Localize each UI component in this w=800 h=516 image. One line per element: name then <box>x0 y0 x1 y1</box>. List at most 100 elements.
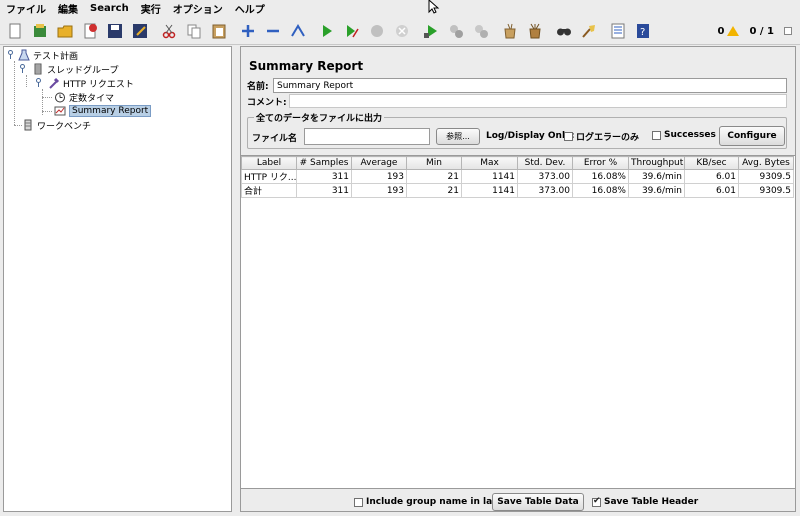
page-title: Summary Report <box>249 59 364 73</box>
column-header[interactable]: Error % <box>572 156 629 170</box>
column-header[interactable]: KB/sec <box>684 156 739 170</box>
help-button[interactable]: ? <box>632 20 654 42</box>
copy-icon <box>187 24 201 38</box>
close-button[interactable] <box>79 20 101 42</box>
table-row[interactable]: HTTP リク... 311 193 21 1141 373.00 16.08%… <box>241 169 794 184</box>
menu-edit[interactable]: 編集 <box>58 1 78 16</box>
remote-stop-button[interactable] <box>445 20 467 42</box>
table-cell: 21 <box>406 183 462 198</box>
column-header[interactable]: Max <box>461 156 518 170</box>
timer-icon <box>55 92 65 103</box>
menu-search[interactable]: Search <box>90 3 129 14</box>
column-header[interactable]: Avg. Bytes <box>738 156 794 170</box>
tree-node-test-plan[interactable]: テスト計画 <box>18 48 78 62</box>
tree-label-constant-timer: 定数タイマ <box>69 93 115 104</box>
start-button[interactable] <box>316 20 338 42</box>
results-table: Label # Samples Average Min Max Std. Dev… <box>241 155 795 489</box>
save-button[interactable] <box>104 20 126 42</box>
stop-button[interactable] <box>366 20 388 42</box>
save-as-button[interactable] <box>129 20 151 42</box>
reset-search-button[interactable] <box>578 20 600 42</box>
expand-handle-icon[interactable] <box>19 64 26 73</box>
paste-icon <box>212 24 226 38</box>
table-cell: 21 <box>406 169 462 184</box>
new-button[interactable] <box>4 20 26 42</box>
tree-label-summary-report: Summary Report <box>69 105 152 117</box>
table-header-row: Label # Samples Average Min Max Std. Dev… <box>241 156 794 170</box>
paste-button[interactable] <box>208 20 230 42</box>
tree-node-summary-report[interactable]: Summary Report <box>54 104 152 118</box>
include-group-checkbox[interactable] <box>354 497 363 507</box>
configure-button[interactable]: Configure <box>719 126 785 146</box>
table-row[interactable]: 合計 311 193 21 1141 373.00 16.08% 39.6/mi… <box>241 183 794 198</box>
menu-help[interactable]: ヘルプ <box>235 1 265 16</box>
save-header-option[interactable]: Save Table Header <box>592 496 698 507</box>
tree-node-thread-group[interactable]: スレッドグループ <box>32 62 118 76</box>
comment-input[interactable] <box>289 94 787 108</box>
column-header[interactable]: # Samples <box>296 156 352 170</box>
function-helper-button[interactable] <box>607 20 629 42</box>
remote-shutdown-icon <box>475 24 488 38</box>
column-header[interactable]: Std. Dev. <box>517 156 573 170</box>
table-cell: 39.6/min <box>628 169 685 184</box>
tree-node-http-request[interactable]: HTTP リクエスト <box>48 76 134 90</box>
save-icon <box>108 23 122 38</box>
table-cell: 9309.5 <box>738 183 794 198</box>
column-header[interactable]: Average <box>351 156 407 170</box>
workbench-icon <box>24 119 32 131</box>
menu-options[interactable]: オプション <box>173 1 223 16</box>
browse-button[interactable]: 参照... <box>436 128 480 145</box>
templates-button[interactable] <box>29 20 51 42</box>
save-table-button[interactable]: Save Table Data <box>492 493 584 511</box>
menu-run[interactable]: 実行 <box>141 1 161 16</box>
table-cell: 193 <box>351 169 407 184</box>
filename-label: ファイル名 <box>252 134 298 144</box>
warning-indicator[interactable]: 0 <box>718 26 740 37</box>
save-header-checkbox[interactable] <box>592 496 601 507</box>
warning-count: 0 <box>717 25 725 37</box>
start-no-pause-button[interactable] <box>341 20 363 42</box>
expand-handle-icon[interactable] <box>35 78 42 87</box>
remote-shutdown-button[interactable] <box>470 20 492 42</box>
errors-only-option[interactable]: ログエラーのみ <box>564 130 639 143</box>
expand-handle-icon[interactable] <box>7 50 14 59</box>
menu-file[interactable]: ファイル <box>6 1 46 16</box>
thread-group-icon <box>34 63 42 75</box>
toggle-button[interactable] <box>287 20 309 42</box>
expand-button[interactable] <box>237 20 259 42</box>
name-input[interactable] <box>273 78 787 93</box>
shutdown-button[interactable] <box>391 20 413 42</box>
remote-start-button[interactable] <box>420 20 442 42</box>
tree-node-workbench[interactable]: ワークベンチ <box>22 118 91 132</box>
column-header[interactable]: Min <box>406 156 462 170</box>
clear-all-button[interactable] <box>524 20 546 42</box>
close-icon <box>84 23 97 38</box>
table-cell: 373.00 <box>517 183 573 198</box>
column-header[interactable]: Label <box>241 156 297 170</box>
column-header[interactable]: Throughput <box>628 156 685 170</box>
tree-label-http-request: HTTP リクエスト <box>63 79 134 90</box>
pipette-icon <box>49 77 60 89</box>
templates-icon <box>34 23 46 37</box>
errors-only-label: ログエラーのみ <box>576 133 640 143</box>
successes-option[interactable]: Successes <box>652 130 716 140</box>
copy-button[interactable] <box>183 20 205 42</box>
new-icon <box>9 23 21 38</box>
open-icon <box>57 25 73 37</box>
table-footer: Include group name in label? Save Table … <box>241 493 795 511</box>
cut-button[interactable] <box>158 20 180 42</box>
successes-checkbox[interactable] <box>652 130 661 140</box>
open-button[interactable] <box>54 20 76 42</box>
remote-stop-icon <box>450 24 463 38</box>
filename-input[interactable] <box>304 128 430 145</box>
search-button[interactable] <box>553 20 575 42</box>
file-section-legend: 全てのデータをファイルに出力 <box>254 111 385 124</box>
tree-node-constant-timer[interactable]: 定数タイマ <box>54 90 114 104</box>
include-group-option[interactable]: Include group name in label? <box>354 497 513 507</box>
collapse-button[interactable] <box>262 20 284 42</box>
clear-button[interactable] <box>499 20 521 42</box>
collapse-icon <box>267 29 279 32</box>
errors-only-checkbox[interactable] <box>564 132 573 141</box>
table-cell: 311 <box>296 169 352 184</box>
thread-count: 0 / 1 <box>749 25 774 37</box>
